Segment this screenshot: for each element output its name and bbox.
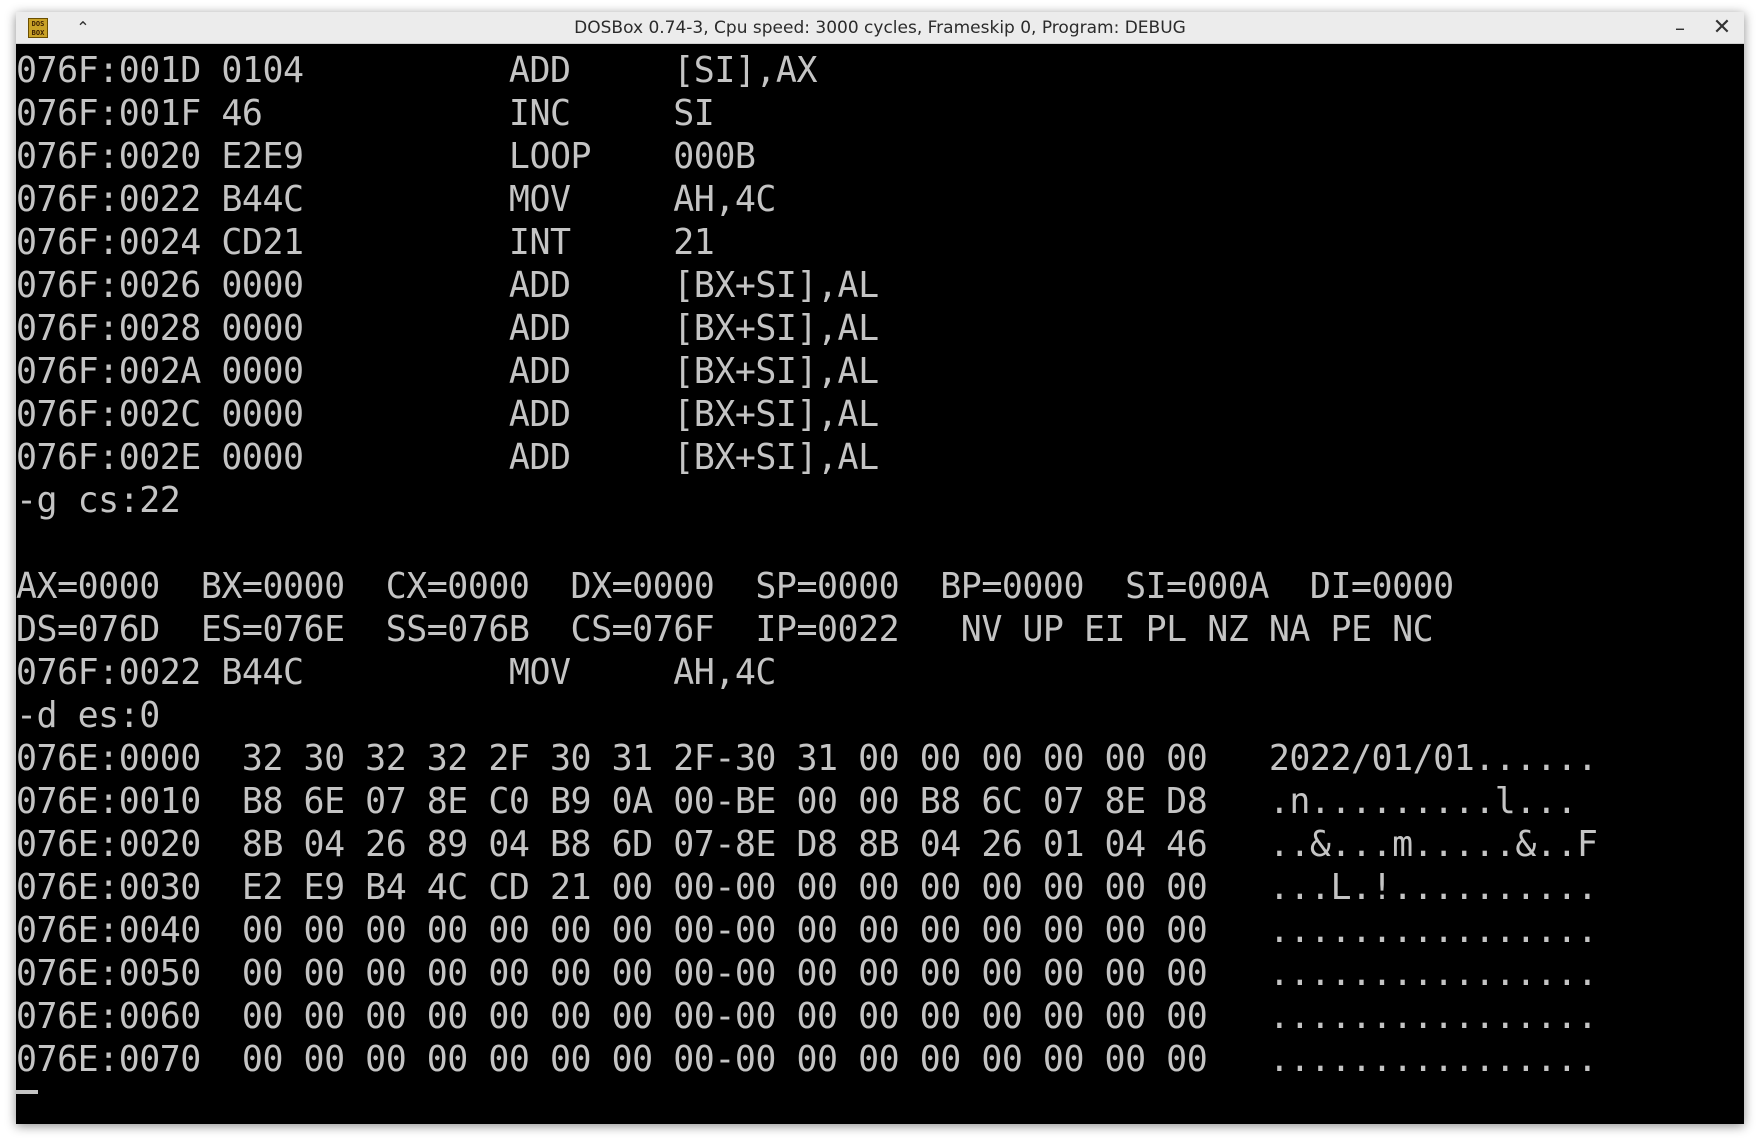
memory-dump-line: 076E:0030 E2 E9 B4 4C CD 21 00 00-00 00 …: [16, 867, 1598, 908]
dos-terminal-screen[interactable]: 076F:001D 0104 ADD [SI],AX 076F:001F 46 …: [16, 44, 1744, 1124]
terminal-line: 076F:0020 E2E9 LOOP 000B: [16, 136, 756, 177]
title-bar[interactable]: DOS BOX ⌃ DOSBox 0.74-3, Cpu speed: 3000 …: [16, 12, 1744, 44]
memory-dump-line: 076E:0020 8B 04 26 89 04 B8 6D 07-8E D8 …: [16, 824, 1598, 865]
terminal-line: 076F:001F 46 INC SI: [16, 93, 715, 134]
memory-dump-line: 076E:0060 00 00 00 00 00 00 00 00-00 00 …: [16, 996, 1598, 1037]
command-line: -g cs:22: [16, 480, 181, 521]
minimize-icon[interactable]: –: [1668, 16, 1692, 40]
memory-dump-line: 076E:0040 00 00 00 00 00 00 00 00-00 00 …: [16, 910, 1598, 951]
terminal-line: 076F:002C 0000 ADD [BX+SI],AL: [16, 394, 879, 435]
terminal-line: 076F:0024 CD21 INT 21: [16, 222, 715, 263]
memory-dump-line: 076E:0010 B8 6E 07 8E C0 B9 0A 00-BE 00 …: [16, 781, 1577, 822]
terminal-line: 076F:0022 B44C MOV AH,4C: [16, 652, 776, 693]
close-icon[interactable]: ✕: [1710, 16, 1734, 40]
memory-dump-line: 076E:0070 00 00 00 00 00 00 00 00-00 00 …: [16, 1039, 1598, 1080]
terminal-line: 076F:002E 0000 ADD [BX+SI],AL: [16, 437, 879, 478]
terminal-line: 076F:0028 0000 ADD [BX+SI],AL: [16, 308, 879, 349]
register-line: AX=0000 BX=0000 CX=0000 DX=0000 SP=0000 …: [16, 566, 1454, 607]
terminal-line: 076F:0022 B44C MOV AH,4C: [16, 179, 776, 220]
memory-dump-line: 076E:0050 00 00 00 00 00 00 00 00-00 00 …: [16, 953, 1598, 994]
dosbox-window: DOS BOX ⌃ DOSBox 0.74-3, Cpu speed: 3000 …: [16, 12, 1744, 1124]
register-line: DS=076D ES=076E SS=076B CS=076F IP=0022 …: [16, 609, 1434, 650]
terminal-line: 076F:001D 0104 ADD [SI],AX: [16, 50, 818, 91]
command-line: -d es:0: [16, 695, 160, 736]
window-title: DOSBox 0.74-3, Cpu speed: 3000 cycles, F…: [574, 18, 1186, 38]
memory-dump-line: 076E:0000 32 30 32 32 2F 30 31 2F-30 31 …: [16, 738, 1598, 779]
terminal-line: 076F:0026 0000 ADD [BX+SI],AL: [16, 265, 879, 306]
text-cursor: [16, 1090, 38, 1094]
terminal-line: 076F:002A 0000 ADD [BX+SI],AL: [16, 351, 879, 392]
